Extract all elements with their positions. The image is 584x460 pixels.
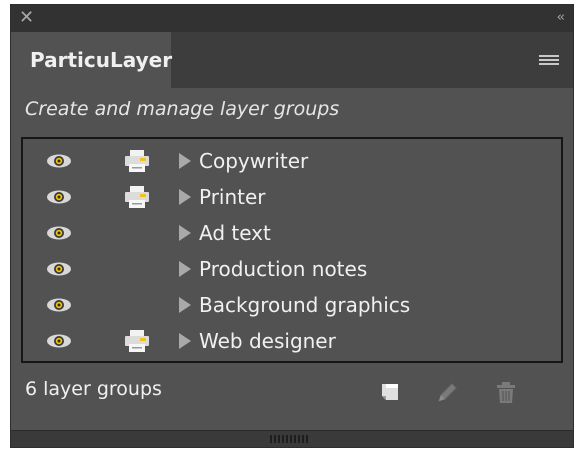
layer-group-row[interactable]: Copywriter	[23, 143, 561, 179]
tab-particulayer[interactable]: ParticuLayer	[11, 32, 172, 88]
layer-group-row[interactable]: Ad text	[23, 215, 561, 251]
panel-resize-bar	[11, 430, 573, 447]
eye-icon[interactable]	[45, 297, 73, 313]
expand-arrow-icon[interactable]	[178, 225, 192, 241]
eye-icon[interactable]	[45, 333, 73, 349]
edit-pencil-icon[interactable]	[433, 379, 459, 405]
expand-arrow-icon[interactable]	[178, 153, 192, 169]
printer-icon[interactable]	[123, 148, 151, 174]
printer-icon[interactable]	[123, 184, 151, 210]
layer-group-label: Printer	[199, 185, 266, 209]
layer-group-count: 6 layer groups	[25, 378, 162, 400]
layer-group-row[interactable]: Background graphics	[23, 287, 561, 323]
expand-arrow-icon[interactable]	[178, 297, 192, 313]
layer-group-label: Production notes	[199, 257, 368, 281]
eye-icon[interactable]	[45, 225, 73, 241]
hamburger-menu-icon[interactable]	[539, 55, 559, 67]
layer-group-label: Web designer	[199, 329, 336, 353]
eye-icon[interactable]	[45, 261, 73, 277]
layer-group-label: Ad text	[199, 221, 271, 245]
printer-icon[interactable]	[123, 328, 151, 354]
close-icon[interactable]: ✕	[19, 8, 34, 28]
collapse-chevrons-icon[interactable]: ‹‹	[557, 10, 566, 25]
layer-group-label: Copywriter	[199, 149, 309, 173]
panel-subtitle: Create and manage layer groups	[25, 98, 340, 120]
resize-grip[interactable]	[270, 435, 310, 443]
new-group-icon[interactable]	[377, 379, 403, 405]
tab-row: ParticuLayer	[11, 32, 573, 88]
layer-group-label: Background graphics	[199, 293, 411, 317]
trash-icon[interactable]	[493, 379, 519, 405]
layer-group-list: Copywriter Printer Ad text Production notes…	[21, 137, 563, 363]
expand-arrow-icon[interactable]	[178, 333, 192, 349]
expand-arrow-icon[interactable]	[178, 261, 192, 277]
layer-group-row[interactable]: Web designer	[23, 323, 561, 359]
eye-icon[interactable]	[45, 153, 73, 169]
eye-icon[interactable]	[45, 189, 73, 205]
layer-group-row[interactable]: Printer	[23, 179, 561, 215]
expand-arrow-icon[interactable]	[178, 189, 192, 205]
particulayer-panel: ✕ ‹‹ ParticuLayer Create and manage laye…	[10, 4, 574, 448]
layer-group-row[interactable]: Production notes	[23, 251, 561, 287]
panel-titlebar: ✕ ‹‹	[11, 5, 573, 32]
